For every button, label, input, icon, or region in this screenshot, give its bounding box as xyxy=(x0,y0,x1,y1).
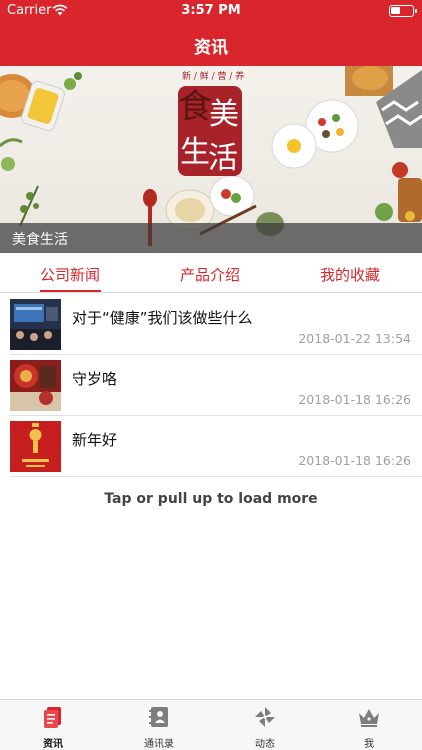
tab-moments[interactable]: 动态 xyxy=(212,700,318,750)
news-date: 2018-01-22 13:54 xyxy=(298,331,411,346)
tab-me[interactable]: 我 xyxy=(316,700,422,750)
banner-caption: 美食生活 xyxy=(12,232,68,248)
navigation-header: Carrier 3:57 PM 资讯 xyxy=(0,0,422,66)
active-tab-indicator xyxy=(40,290,101,292)
news-thumbnail xyxy=(10,360,61,411)
svg-text:美: 美 xyxy=(209,97,239,132)
svg-text:生: 生 xyxy=(180,135,210,170)
svg-text:食: 食 xyxy=(178,87,212,127)
svg-text:活: 活 xyxy=(208,141,238,176)
tab-contacts[interactable]: 通讯录 xyxy=(106,700,212,750)
contacts-icon xyxy=(149,707,168,727)
pinwheel-icon xyxy=(255,707,275,727)
banner-small-text: 新 / 鲜 / 营 / 养 xyxy=(182,70,244,82)
tab-news[interactable]: 资讯 xyxy=(0,700,106,750)
tab-label: 资讯 xyxy=(43,739,63,750)
news-date: 2018-01-18 16:26 xyxy=(298,453,411,468)
list-item[interactable]: 对于“健康”我们该做些什么 2018-01-22 13:54 xyxy=(0,294,422,355)
row-divider xyxy=(10,476,422,477)
status-time: 3:57 PM xyxy=(181,3,241,18)
tab-my-favorites[interactable]: 我的收藏 xyxy=(320,264,380,285)
list-item[interactable]: 新年好 2018-01-18 16:26 xyxy=(0,416,422,477)
list-item[interactable]: 守岁咯 2018-01-18 16:26 xyxy=(0,355,422,416)
news-category-tabs: 公司新闻 产品介绍 我的收藏 xyxy=(0,253,422,293)
tab-label: 动态 xyxy=(255,739,275,750)
news-thumbnail xyxy=(10,299,61,350)
tab-label: 我 xyxy=(364,739,374,750)
tab-product-intro[interactable]: 产品介绍 xyxy=(180,264,240,285)
news-title: 守岁咯 xyxy=(72,370,118,388)
news-date: 2018-01-18 16:26 xyxy=(298,392,411,407)
load-more-button[interactable]: Tap or pull up to load more xyxy=(0,491,422,507)
news-title: 对于“健康”我们该做些什么 xyxy=(72,309,253,327)
news-icon xyxy=(44,707,61,728)
news-thumbnail xyxy=(10,421,61,472)
battery-icon xyxy=(389,5,417,17)
page-title: 资讯 xyxy=(194,38,228,58)
banner-carousel[interactable]: 新 / 鲜 / 营 / 养 食 美 生 活 美食生活 xyxy=(0,66,422,253)
news-title: 新年好 xyxy=(72,431,118,449)
bottom-tab-bar: 资讯 通讯录 动态 我 xyxy=(0,699,422,750)
tab-label: 通讯录 xyxy=(144,739,174,750)
crown-icon xyxy=(359,709,379,727)
status-bar: Carrier 3:57 PM xyxy=(0,0,422,22)
tab-company-news[interactable]: 公司新闻 xyxy=(40,264,100,285)
